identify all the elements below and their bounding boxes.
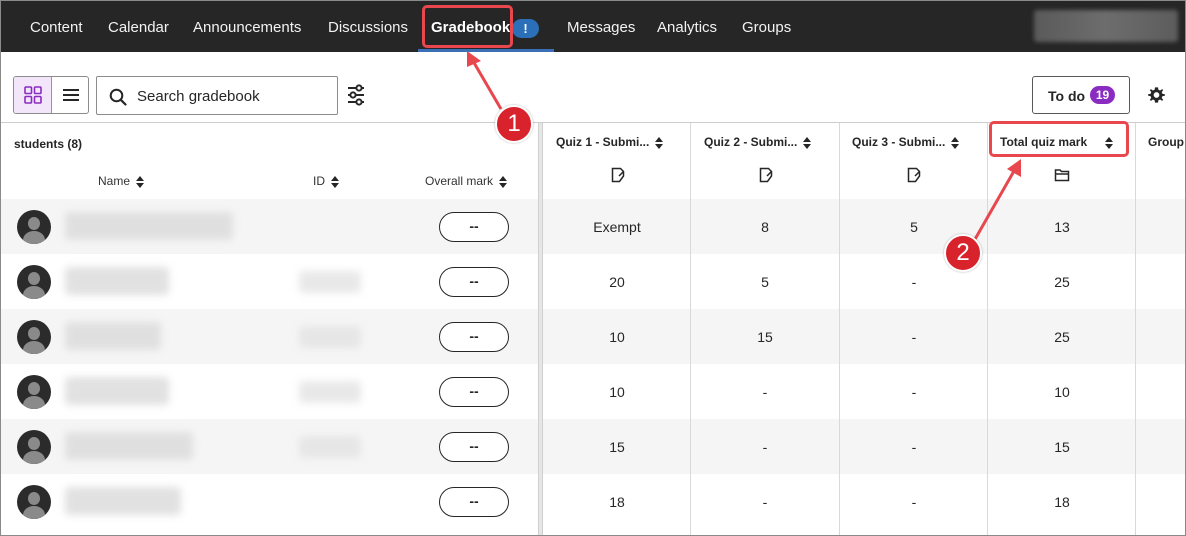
quiz1-header-label: Quiz 1 - Submi... [556,135,650,149]
search-gradebook-box [96,76,338,115]
gradebook-highlight-box [422,5,513,48]
filter-icon[interactable] [346,84,366,106]
grade-cell[interactable]: - [691,384,839,400]
assignment-icon [611,167,625,183]
grade-cell[interactable]: - [691,494,839,510]
avatar [17,375,51,409]
grade-cell[interactable]: 5 [691,274,839,290]
redacted-user-area [1034,10,1178,42]
avatar [17,210,51,244]
overall-mark-pill[interactable]: -- [439,432,509,462]
callout-badge-1: 1 [495,105,533,143]
redacted-student-name[interactable] [65,322,161,350]
grade-cell[interactable]: 10 [543,329,691,345]
redacted-student-name[interactable] [65,267,169,295]
folder-icon [1054,169,1070,182]
redacted-student-name[interactable] [65,377,169,405]
name-header-label: Name [98,174,131,188]
grade-cell[interactable]: - [840,439,988,455]
overall-mark-pill[interactable]: -- [439,267,509,297]
course-nav-bar: Content Calendar Announcements Discussio… [1,1,1185,52]
list-view-icon [63,89,79,101]
grade-cell[interactable]: - [840,494,988,510]
assignment-icon [759,167,773,183]
avatar [17,485,51,519]
grade-cell[interactable]: 8 [691,219,839,235]
grade-cell[interactable]: - [840,274,988,290]
nav-tab-analytics[interactable]: Analytics [657,1,717,52]
search-icon [109,88,127,106]
quiz2-column-header[interactable]: Quiz 2 - Submi... [704,135,812,149]
nav-tab-calendar[interactable]: Calendar [108,1,169,52]
search-input[interactable] [137,85,327,107]
grade-cell[interactable]: - [840,384,988,400]
grade-cell[interactable]: 20 [543,274,691,290]
overall-mark-pill[interactable]: -- [439,322,509,352]
quiz2-header-label: Quiz 2 - Submi... [704,135,798,149]
sort-icon [951,136,960,149]
grade-cell[interactable]: 10 [988,384,1136,400]
quiz3-column-header[interactable]: Quiz 3 - Submi... [852,135,960,149]
overall-mark-header-label: Overall mark [425,174,494,188]
redacted-student-id [299,271,361,293]
overall-mark-column-header[interactable]: Overall mark [425,174,508,188]
grade-cell[interactable]: 15 [543,439,691,455]
grade-cell[interactable]: 15 [691,329,839,345]
callout-badge-2: 2 [944,234,982,272]
gear-icon[interactable] [1147,86,1166,105]
sort-icon [136,175,145,188]
quiz3-header-label: Quiz 3 - Submi... [852,135,946,149]
active-tab-indicator [418,49,554,52]
overall-mark-pill[interactable]: -- [439,377,509,407]
grade-cell[interactable]: 18 [988,494,1136,510]
view-toggle [13,76,89,114]
nav-tab-groups[interactable]: Groups [742,1,791,52]
grid-view-icon [24,86,42,104]
sort-icon [499,175,508,188]
redacted-student-id [299,436,361,458]
grade-cell[interactable]: - [691,439,839,455]
overall-mark-pill[interactable]: -- [439,487,509,517]
list-view-button[interactable] [52,77,89,113]
gradebook-alert-badge: ! [512,19,539,38]
id-header-label: ID [313,174,325,188]
sort-icon [803,136,812,149]
grade-cell[interactable]: 25 [988,329,1136,345]
total-quiz-mark-highlight-box [989,121,1129,157]
students-count-header: students (8) [14,137,83,151]
redacted-student-name[interactable] [65,432,193,460]
grade-cell[interactable]: 10 [543,384,691,400]
grade-cell[interactable]: 13 [988,219,1136,235]
todo-count-badge: 19 [1090,86,1115,104]
redacted-student-id [299,326,361,348]
redacted-student-id [299,381,361,403]
grid-view-button[interactable] [14,77,52,113]
sort-icon [655,136,664,149]
assignment-icon [907,167,921,183]
grade-cell[interactable]: 5 [840,219,988,235]
grade-cell[interactable]: 25 [988,274,1136,290]
gradebook-window: Content Calendar Announcements Discussio… [0,0,1186,536]
todo-label: To do [1048,88,1086,104]
redacted-student-name[interactable] [65,487,181,515]
grade-cell[interactable]: 18 [543,494,691,510]
nav-tab-announcements[interactable]: Announcements [193,1,301,52]
avatar [17,265,51,299]
grade-cell[interactable]: 15 [988,439,1136,455]
name-column-header[interactable]: Name [98,174,145,188]
grade-cell[interactable]: Exempt [543,219,691,235]
quiz1-column-header[interactable]: Quiz 1 - Submi... [556,135,664,149]
nav-tab-content[interactable]: Content [30,1,83,52]
group-column-header[interactable]: Group [1148,135,1184,149]
grade-cell[interactable]: - [840,329,988,345]
overall-mark-pill[interactable]: -- [439,212,509,242]
todo-button[interactable]: To do 19 [1032,76,1130,114]
nav-tab-discussions[interactable]: Discussions [328,1,408,52]
sort-icon [331,175,340,188]
id-column-header[interactable]: ID [313,174,340,188]
redacted-student-name[interactable] [65,212,233,240]
avatar [17,430,51,464]
avatar [17,320,51,354]
nav-tab-messages[interactable]: Messages [567,1,635,52]
